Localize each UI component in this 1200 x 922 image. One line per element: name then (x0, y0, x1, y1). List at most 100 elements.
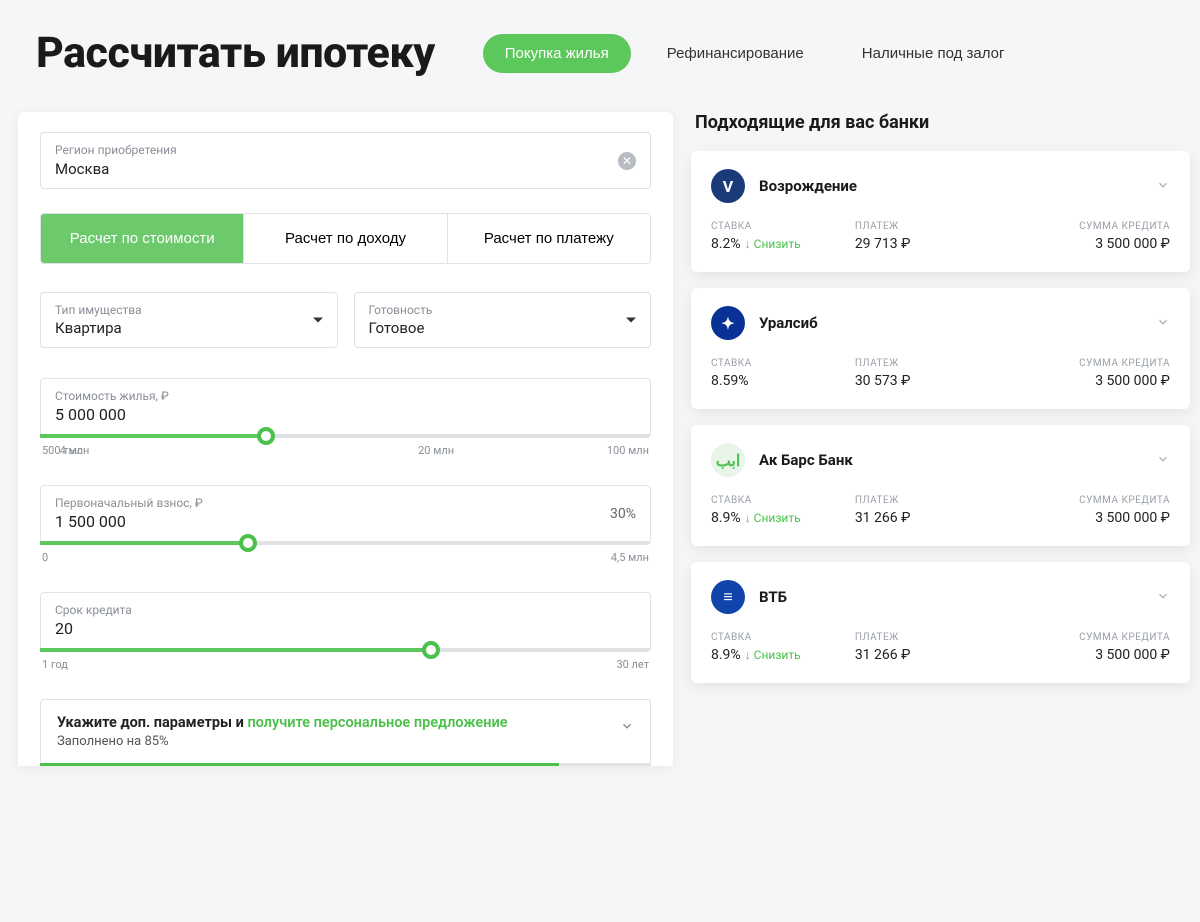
down-input[interactable]: Первоначальный взнос, ₽ 1 500 000 30% (40, 485, 651, 541)
price-value: 5 000 000 (55, 405, 636, 424)
bank-card[interactable]: ≡ ВТБ СТАВКА 8.9%Снизить ПЛАТЕЖ 31 266 ₽… (691, 562, 1190, 683)
bank-head: ابب Ак Барс Банк (711, 443, 1170, 477)
region-label: Регион приобретения (55, 143, 636, 157)
chevron-down-icon (1156, 314, 1170, 333)
clear-region-icon[interactable]: ✕ (618, 152, 636, 170)
extra-params-title: Укажите доп. параметры и получите персон… (57, 714, 634, 731)
payment-value: 31 266 ₽ (855, 510, 987, 526)
scale-mark: 4 млн (60, 444, 90, 457)
amount-label: СУММА КРЕДИТА (999, 632, 1170, 643)
expand-sub: Заполнено на 85% (57, 734, 634, 749)
price-slider-block: Стоимость жилья, ₽ 5 000 000 500 тыс 4 м… (40, 378, 651, 457)
term-input[interactable]: Срок кредита 20 (40, 592, 651, 648)
calculator-panel: Регион приобретения Москва ✕ Расчет по с… (18, 112, 673, 766)
pill-group: Покупка жилья Рефинансирование Наличные по… (483, 34, 1027, 73)
bank-stats: СТАВКА 8.2%Снизить ПЛАТЕЖ 29 713 ₽ СУММА… (711, 221, 1170, 252)
amount-label: СУММА КРЕДИТА (999, 495, 1170, 506)
calc-tab-0[interactable]: Расчет по стоимости (41, 214, 244, 263)
chevron-down-icon (620, 718, 634, 737)
region-value: Москва (55, 160, 636, 178)
bank-head: ≡ ВТБ (711, 580, 1170, 614)
calc-tab-2[interactable]: Расчет по платежу (448, 214, 650, 263)
payment-label: ПЛАТЕЖ (855, 632, 987, 643)
expand-text-b: получите персональное предложение (247, 714, 507, 731)
completion-progress (40, 763, 651, 766)
amount-value: 3 500 000 ₽ (999, 647, 1170, 663)
bank-name: Ак Барс Банк (759, 451, 853, 469)
payment-label: ПЛАТЕЖ (855, 358, 987, 369)
payment-value: 30 573 ₽ (855, 373, 987, 389)
term-label: Срок кредита (55, 603, 636, 617)
scale-mark: 30 лет (616, 658, 649, 671)
scale-mark: 100 млн (607, 444, 649, 457)
scale-mark: 0 (42, 551, 48, 564)
readiness-value: Готовое (369, 319, 637, 337)
property-type-label: Тип имущества (55, 303, 323, 317)
bank-card[interactable]: V Возрождение СТАВКА 8.2%Снизить ПЛАТЕЖ … (691, 151, 1190, 272)
lower-rate-link[interactable]: Снизить (745, 511, 801, 525)
rate-value: 8.2%Снизить (711, 236, 843, 252)
price-input[interactable]: Стоимость жилья, ₽ 5 000 000 (40, 378, 651, 434)
bank-name: Возрождение (759, 177, 857, 195)
calc-mode-tabs: Расчет по стоимостиРасчет по доходуРасче… (40, 213, 651, 264)
amount-value: 3 500 000 ₽ (999, 373, 1170, 389)
bank-card[interactable]: ✦ Уралсиб СТАВКА 8.59% ПЛАТЕЖ 30 573 ₽ С… (691, 288, 1190, 409)
lower-rate-link[interactable]: Снизить (745, 237, 801, 251)
slider-thumb[interactable] (239, 534, 257, 552)
calc-tab-1[interactable]: Расчет по доходу (244, 214, 447, 263)
term-slider[interactable] (40, 648, 651, 652)
results-panel: Подходящие для вас банки V Возрождение С… (691, 112, 1190, 766)
term-scale: 1 год 30 лет (40, 652, 651, 671)
payment-value: 31 266 ₽ (855, 647, 987, 663)
payment-label: ПЛАТЕЖ (855, 495, 987, 506)
slider-thumb[interactable] (257, 427, 275, 445)
price-label: Стоимость жилья, ₽ (55, 389, 636, 403)
scale-mark: 20 млн (418, 444, 454, 457)
bank-name: ВТБ (759, 588, 787, 606)
down-scale: 0 4,5 млн (40, 545, 651, 564)
readiness-select[interactable]: Готовность Готовое (354, 292, 652, 348)
bank-logo-icon: ≡ (711, 580, 745, 614)
bank-name: Уралсиб (759, 314, 818, 332)
pill-0[interactable]: Покупка жилья (483, 34, 631, 73)
rate-value: 8.59% (711, 373, 843, 389)
down-value: 1 500 000 (55, 512, 636, 531)
down-slider-block: Первоначальный взнос, ₽ 1 500 000 30% 0 … (40, 485, 651, 564)
down-slider[interactable] (40, 541, 651, 545)
payment-label: ПЛАТЕЖ (855, 221, 987, 232)
extra-params-toggle[interactable]: Укажите доп. параметры и получите персон… (40, 699, 651, 763)
chevron-down-icon (1156, 451, 1170, 470)
property-type-select[interactable]: Тип имущества Квартира (40, 292, 338, 348)
bank-stats: СТАВКА 8.59% ПЛАТЕЖ 30 573 ₽ СУММА КРЕДИ… (711, 358, 1170, 389)
bank-stats: СТАВКА 8.9%Снизить ПЛАТЕЖ 31 266 ₽ СУММА… (711, 495, 1170, 526)
pill-2[interactable]: Наличные под залог (840, 34, 1027, 73)
price-scale: 500 тыс 4 млн 20 млн 100 млн (40, 438, 651, 457)
scale-mark: 4,5 млн (611, 551, 649, 564)
scale-mark: 1 год (42, 658, 68, 671)
bank-card[interactable]: ابب Ак Барс Банк СТАВКА 8.9%Снизить ПЛАТ… (691, 425, 1190, 546)
amount-label: СУММА КРЕДИТА (999, 358, 1170, 369)
header: Рассчитать ипотеку Покупка жилья Рефинанс… (0, 0, 1200, 112)
down-percent: 30% (610, 506, 636, 522)
rate-value: 8.9%Снизить (711, 510, 843, 526)
amount-label: СУММА КРЕДИТА (999, 221, 1170, 232)
rate-value: 8.9%Снизить (711, 647, 843, 663)
results-title: Подходящие для вас банки (691, 112, 1190, 151)
lower-rate-link[interactable]: Снизить (745, 648, 801, 662)
page-title: Рассчитать ипотеку (36, 28, 435, 78)
bank-head: V Возрождение (711, 169, 1170, 203)
price-slider[interactable] (40, 434, 651, 438)
amount-value: 3 500 000 ₽ (999, 510, 1170, 526)
slider-thumb[interactable] (422, 641, 440, 659)
readiness-label: Готовность (369, 303, 637, 317)
bank-logo-icon: V (711, 169, 745, 203)
payment-value: 29 713 ₽ (855, 236, 987, 252)
pill-1[interactable]: Рефинансирование (645, 34, 826, 73)
chevron-down-icon (1156, 588, 1170, 607)
bank-logo-icon: ابب (711, 443, 745, 477)
property-type-value: Квартира (55, 319, 323, 337)
region-select[interactable]: Регион приобретения Москва ✕ (40, 132, 651, 189)
rate-label: СТАВКА (711, 358, 843, 369)
bank-head: ✦ Уралсиб (711, 306, 1170, 340)
term-value: 20 (55, 619, 636, 638)
